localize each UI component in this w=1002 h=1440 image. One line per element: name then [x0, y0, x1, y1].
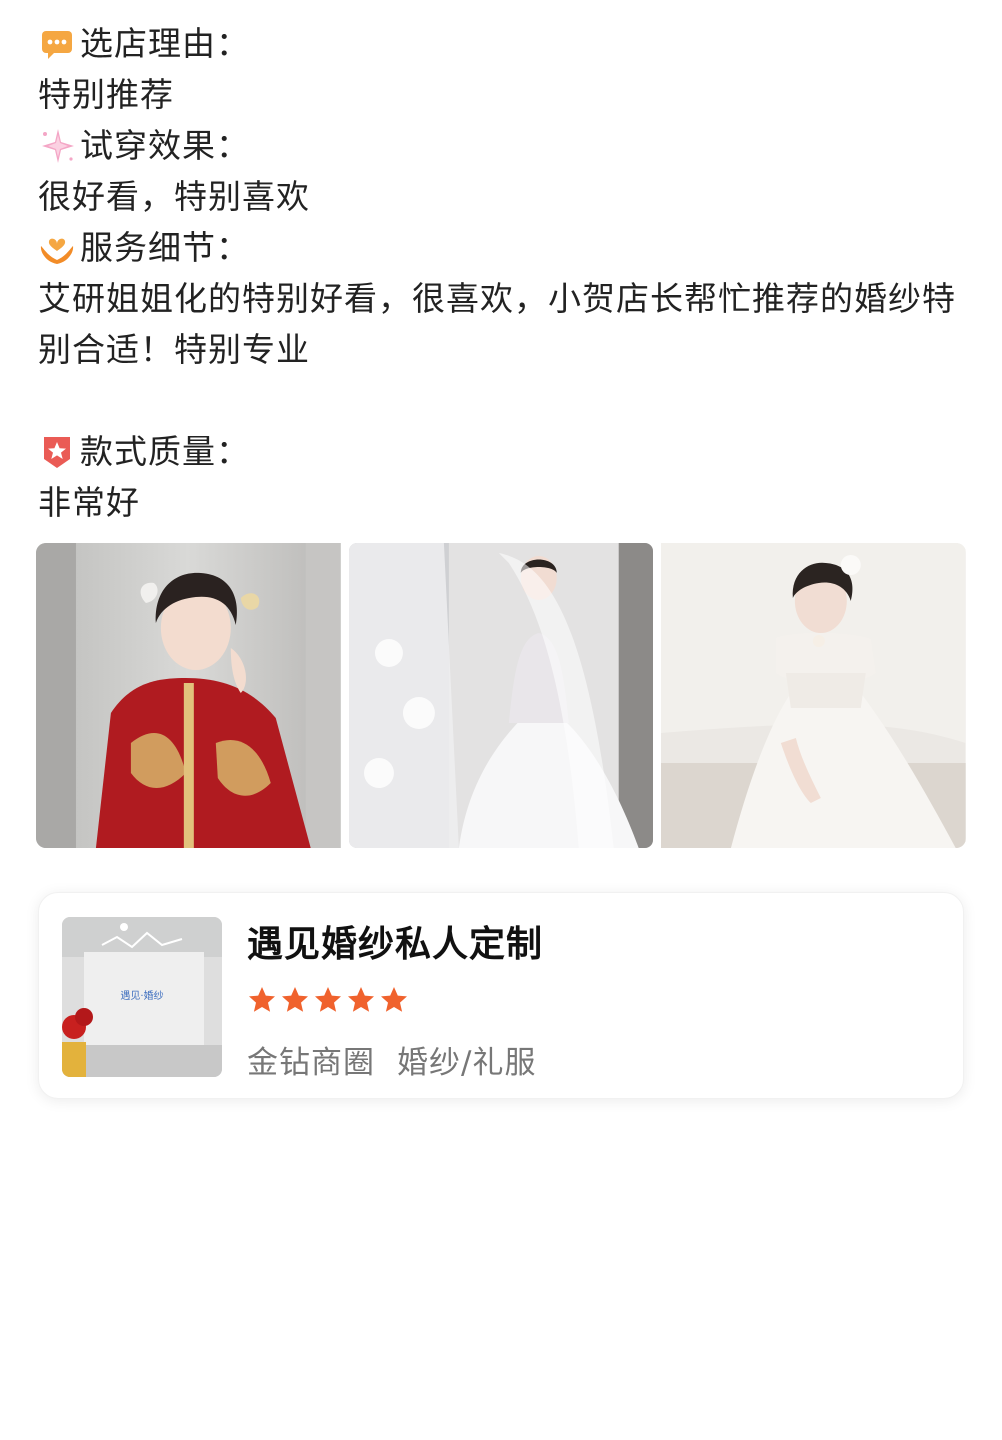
section-body-service: 艾研姐姐化的特别好看，很喜欢，小贺店长帮忙推荐的婚纱特别合适！特别专业	[38, 279, 956, 369]
shop-rating	[247, 985, 409, 1015]
svg-text:遇见·婚纱: 遇见·婚纱	[120, 989, 163, 1002]
shop-name[interactable]: 遇见婚纱私人定制	[247, 915, 543, 967]
shop-district: 金钻商圈	[247, 1045, 375, 1081]
section-body-reason: 特别推荐	[38, 75, 174, 114]
section-title-effect: 试穿效果：	[38, 120, 968, 171]
star-icon	[282, 987, 308, 1012]
shop-card[interactable]: 遇见·婚纱 遇见婚纱私人定制 金钻商圈 婚纱/礼服	[38, 892, 964, 1099]
shop-meta: 金钻商圈 婚纱/礼服	[247, 1037, 536, 1082]
star-icon	[381, 987, 407, 1012]
star-badge-icon	[38, 433, 76, 471]
section-title-service: 服务细节：	[38, 222, 968, 273]
heart-hands-icon	[38, 229, 76, 267]
review-content: 选店理由： 特别推荐 试穿效果： 很好看，特别喜欢 服务细节： 艾研姐姐化的特别…	[38, 18, 968, 528]
speech-bubble-icon	[38, 25, 76, 63]
bride-red-qungua-photo[interactable]	[36, 543, 341, 848]
bride-ballgown-veil-photo[interactable]	[348, 543, 654, 848]
section-title-reason: 选店理由：	[38, 18, 968, 69]
star-icon	[315, 987, 341, 1012]
shop-category: 婚纱/礼服	[397, 1045, 537, 1081]
photo-gallery	[36, 543, 967, 848]
star-icon	[249, 987, 275, 1012]
section-body-effect: 很好看，特别喜欢	[38, 177, 310, 216]
bride-off-shoulder-gown-photo[interactable]	[661, 543, 967, 848]
section-body-quality: 非常好	[38, 483, 140, 522]
star-icon	[348, 987, 374, 1012]
section-title-quality: 款式质量：	[38, 426, 968, 477]
sparkle-icon	[38, 127, 76, 165]
shop-storefront-image: 遇见·婚纱	[62, 917, 222, 1077]
